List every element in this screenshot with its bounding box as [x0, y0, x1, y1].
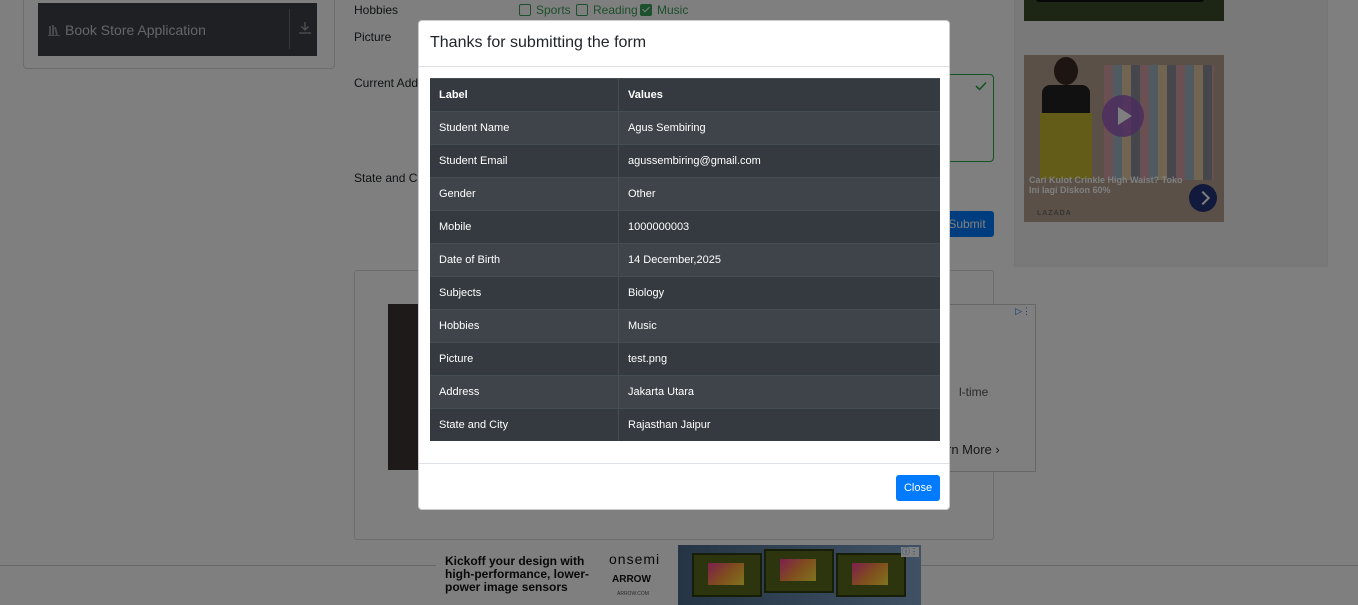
- row-value: 1000000003: [618, 210, 940, 244]
- page: Book Store Application Hobbies Sports Re…: [0, 0, 1358, 605]
- row-label: Hobbies: [430, 309, 619, 343]
- row-label: Date of Birth: [430, 243, 619, 277]
- table-row: Address Jakarta Utara: [430, 375, 940, 409]
- column-header-values: Values: [618, 78, 940, 112]
- row-value: Other: [618, 177, 940, 211]
- row-value: 14 December,2025: [618, 243, 940, 277]
- table-row: Subjects Biology: [430, 276, 940, 310]
- table-row: State and City Rajasthan Jaipur: [430, 408, 940, 441]
- table-row: Mobile 1000000003: [430, 210, 940, 244]
- row-value: agussembiring@gmail.com: [618, 144, 940, 178]
- table-row: Student Email agussembiring@gmail.com: [430, 144, 940, 178]
- row-label: Mobile: [430, 210, 619, 244]
- column-header-label: Label: [430, 78, 619, 112]
- table-header-row: Label Values: [430, 78, 940, 112]
- results-table-wrapper: Label Values Student Name Agus Sembiring …: [430, 78, 940, 441]
- table-row: Date of Birth 14 December,2025: [430, 243, 940, 277]
- table-row: Hobbies Music: [430, 309, 940, 343]
- row-label: Student Email: [430, 144, 619, 178]
- submission-modal: Thanks for submitting the form Label Val…: [418, 20, 950, 510]
- table-row: Gender Other: [430, 177, 940, 211]
- row-label: Subjects: [430, 276, 619, 310]
- table-row: Picture test.png: [430, 342, 940, 376]
- row-value: Music: [618, 309, 940, 343]
- row-value: Biology: [618, 276, 940, 310]
- table-row: Student Name Agus Sembiring: [430, 111, 940, 145]
- row-value: test.png: [618, 342, 940, 376]
- modal-header: Thanks for submitting the form: [419, 21, 949, 67]
- modal-footer-divider: [419, 463, 949, 464]
- row-label: Gender: [430, 177, 619, 211]
- row-value: Agus Sembiring: [618, 111, 940, 145]
- row-label: State and City: [430, 408, 619, 441]
- row-label: Student Name: [430, 111, 619, 145]
- row-label: Address: [430, 375, 619, 409]
- close-button[interactable]: Close: [896, 475, 940, 501]
- row-label: Picture: [430, 342, 619, 376]
- results-table: Label Values Student Name Agus Sembiring …: [430, 78, 940, 441]
- row-value: Rajasthan Jaipur: [618, 408, 940, 441]
- modal-title: Thanks for submitting the form: [430, 34, 647, 51]
- row-value: Jakarta Utara: [618, 375, 940, 409]
